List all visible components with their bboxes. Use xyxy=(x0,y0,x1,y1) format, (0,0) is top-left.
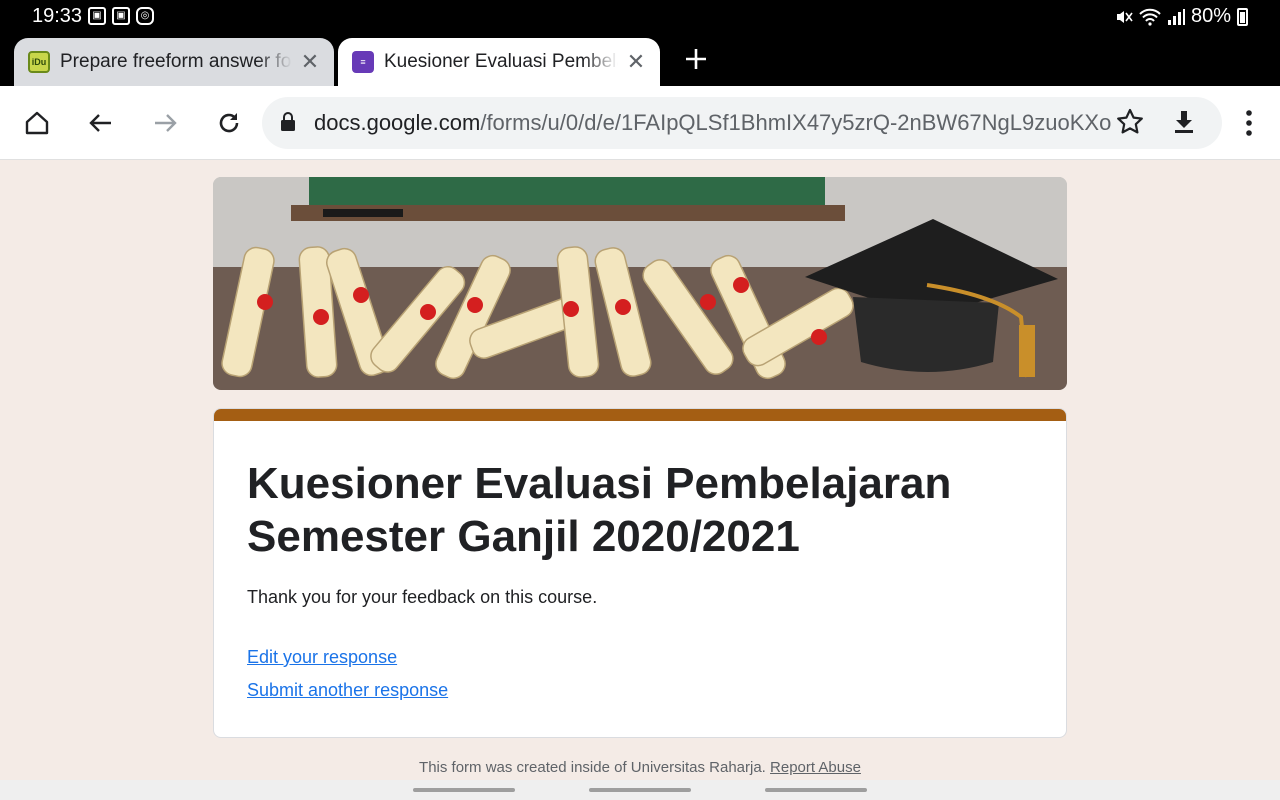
forward-button[interactable] xyxy=(146,104,184,142)
wifi-icon xyxy=(1139,8,1161,26)
nav-recents-indicator[interactable] xyxy=(413,788,515,792)
form-footer: This form was created inside of Universi… xyxy=(0,759,1280,776)
status-time: 19:33 xyxy=(32,5,83,27)
reload-button[interactable] xyxy=(210,104,248,142)
browser-toolbar: docs.google.com/forms/u/0/d/e/1FAIpQLSf1… xyxy=(0,86,1280,160)
home-button[interactable] xyxy=(18,104,56,142)
site-favicon-icon: iDu xyxy=(28,51,50,73)
more-vert-icon xyxy=(1246,110,1252,136)
tab-prepare-freeform[interactable]: iDu Prepare freeform answer for ✕ xyxy=(14,38,334,86)
back-button[interactable] xyxy=(82,104,120,142)
graduation-illustration xyxy=(213,177,1067,390)
system-navigation-bar xyxy=(0,780,1280,800)
tab-title: Prepare freeform answer for xyxy=(60,51,292,72)
form-title: Kuesioner Evaluasi Pembelajaran Semester… xyxy=(247,459,952,561)
submit-another-response-link[interactable]: Submit another response xyxy=(247,680,448,701)
bookmark-button[interactable] xyxy=(1114,106,1146,143)
confirmation-message: Thank you for your feedback on this cour… xyxy=(247,587,598,607)
instagram-icon: ◎ xyxy=(136,7,154,25)
battery-icon xyxy=(1237,7,1248,26)
gallery-notification-icon-2: ▣ xyxy=(112,7,130,25)
url-path: /forms/u/0/d/e/1FAIpQLSf1BhmIX47y5zrQ-2n… xyxy=(480,110,1112,135)
edit-response-link[interactable]: Edit your response xyxy=(247,647,397,668)
home-icon xyxy=(25,111,49,135)
nav-back-indicator[interactable] xyxy=(765,788,867,792)
footer-text: This form was created inside of Universi… xyxy=(419,759,766,776)
tab-title: Kuesioner Evaluasi Pembelajaran xyxy=(384,51,618,72)
address-bar[interactable]: docs.google.com/forms/u/0/d/e/1FAIpQLSf1… xyxy=(262,97,1222,149)
notification-icons: ▣ ▣ ◎ xyxy=(88,7,154,25)
nav-home-indicator[interactable] xyxy=(589,788,691,792)
url-host: docs.google.com xyxy=(314,110,481,135)
gallery-notification-icon: ▣ xyxy=(88,7,106,25)
tab-kuesioner[interactable]: ≡ Kuesioner Evaluasi Pembelajaran ✕ xyxy=(338,38,660,86)
url-text: docs.google.com/forms/u/0/d/e/1FAIpQLSf1… xyxy=(314,110,1111,136)
download-button[interactable] xyxy=(1168,106,1200,143)
google-forms-favicon-icon: ≡ xyxy=(352,51,374,73)
lock-icon xyxy=(281,112,295,131)
more-menu-button[interactable] xyxy=(1232,104,1266,147)
signal-icon xyxy=(1167,8,1185,25)
system-indicators: 80% xyxy=(1115,5,1248,28)
tab-strip: iDu Prepare freeform answer for ✕ ≡ Kues… xyxy=(0,34,1280,86)
plus-icon xyxy=(686,49,706,69)
status-bar: 19:33 ▣ ▣ ◎ 80% xyxy=(0,0,1280,34)
reload-icon xyxy=(219,113,239,133)
mute-icon xyxy=(1116,10,1133,23)
battery-percent: 80% xyxy=(1190,5,1231,27)
report-abuse-link[interactable]: Report Abuse xyxy=(770,759,861,776)
star-icon xyxy=(1117,108,1143,134)
confirmation-card: Kuesioner Evaluasi Pembelajaran Semester… xyxy=(213,408,1067,738)
new-tab-button[interactable] xyxy=(680,44,712,76)
arrow-forward-icon xyxy=(155,114,177,132)
close-tab-icon[interactable]: ✕ xyxy=(300,49,320,75)
arrow-back-icon xyxy=(89,114,111,132)
form-header-image xyxy=(213,177,1067,390)
card-accent-bar xyxy=(214,409,1066,421)
close-tab-icon[interactable]: ✕ xyxy=(626,49,646,75)
download-icon xyxy=(1175,111,1193,133)
